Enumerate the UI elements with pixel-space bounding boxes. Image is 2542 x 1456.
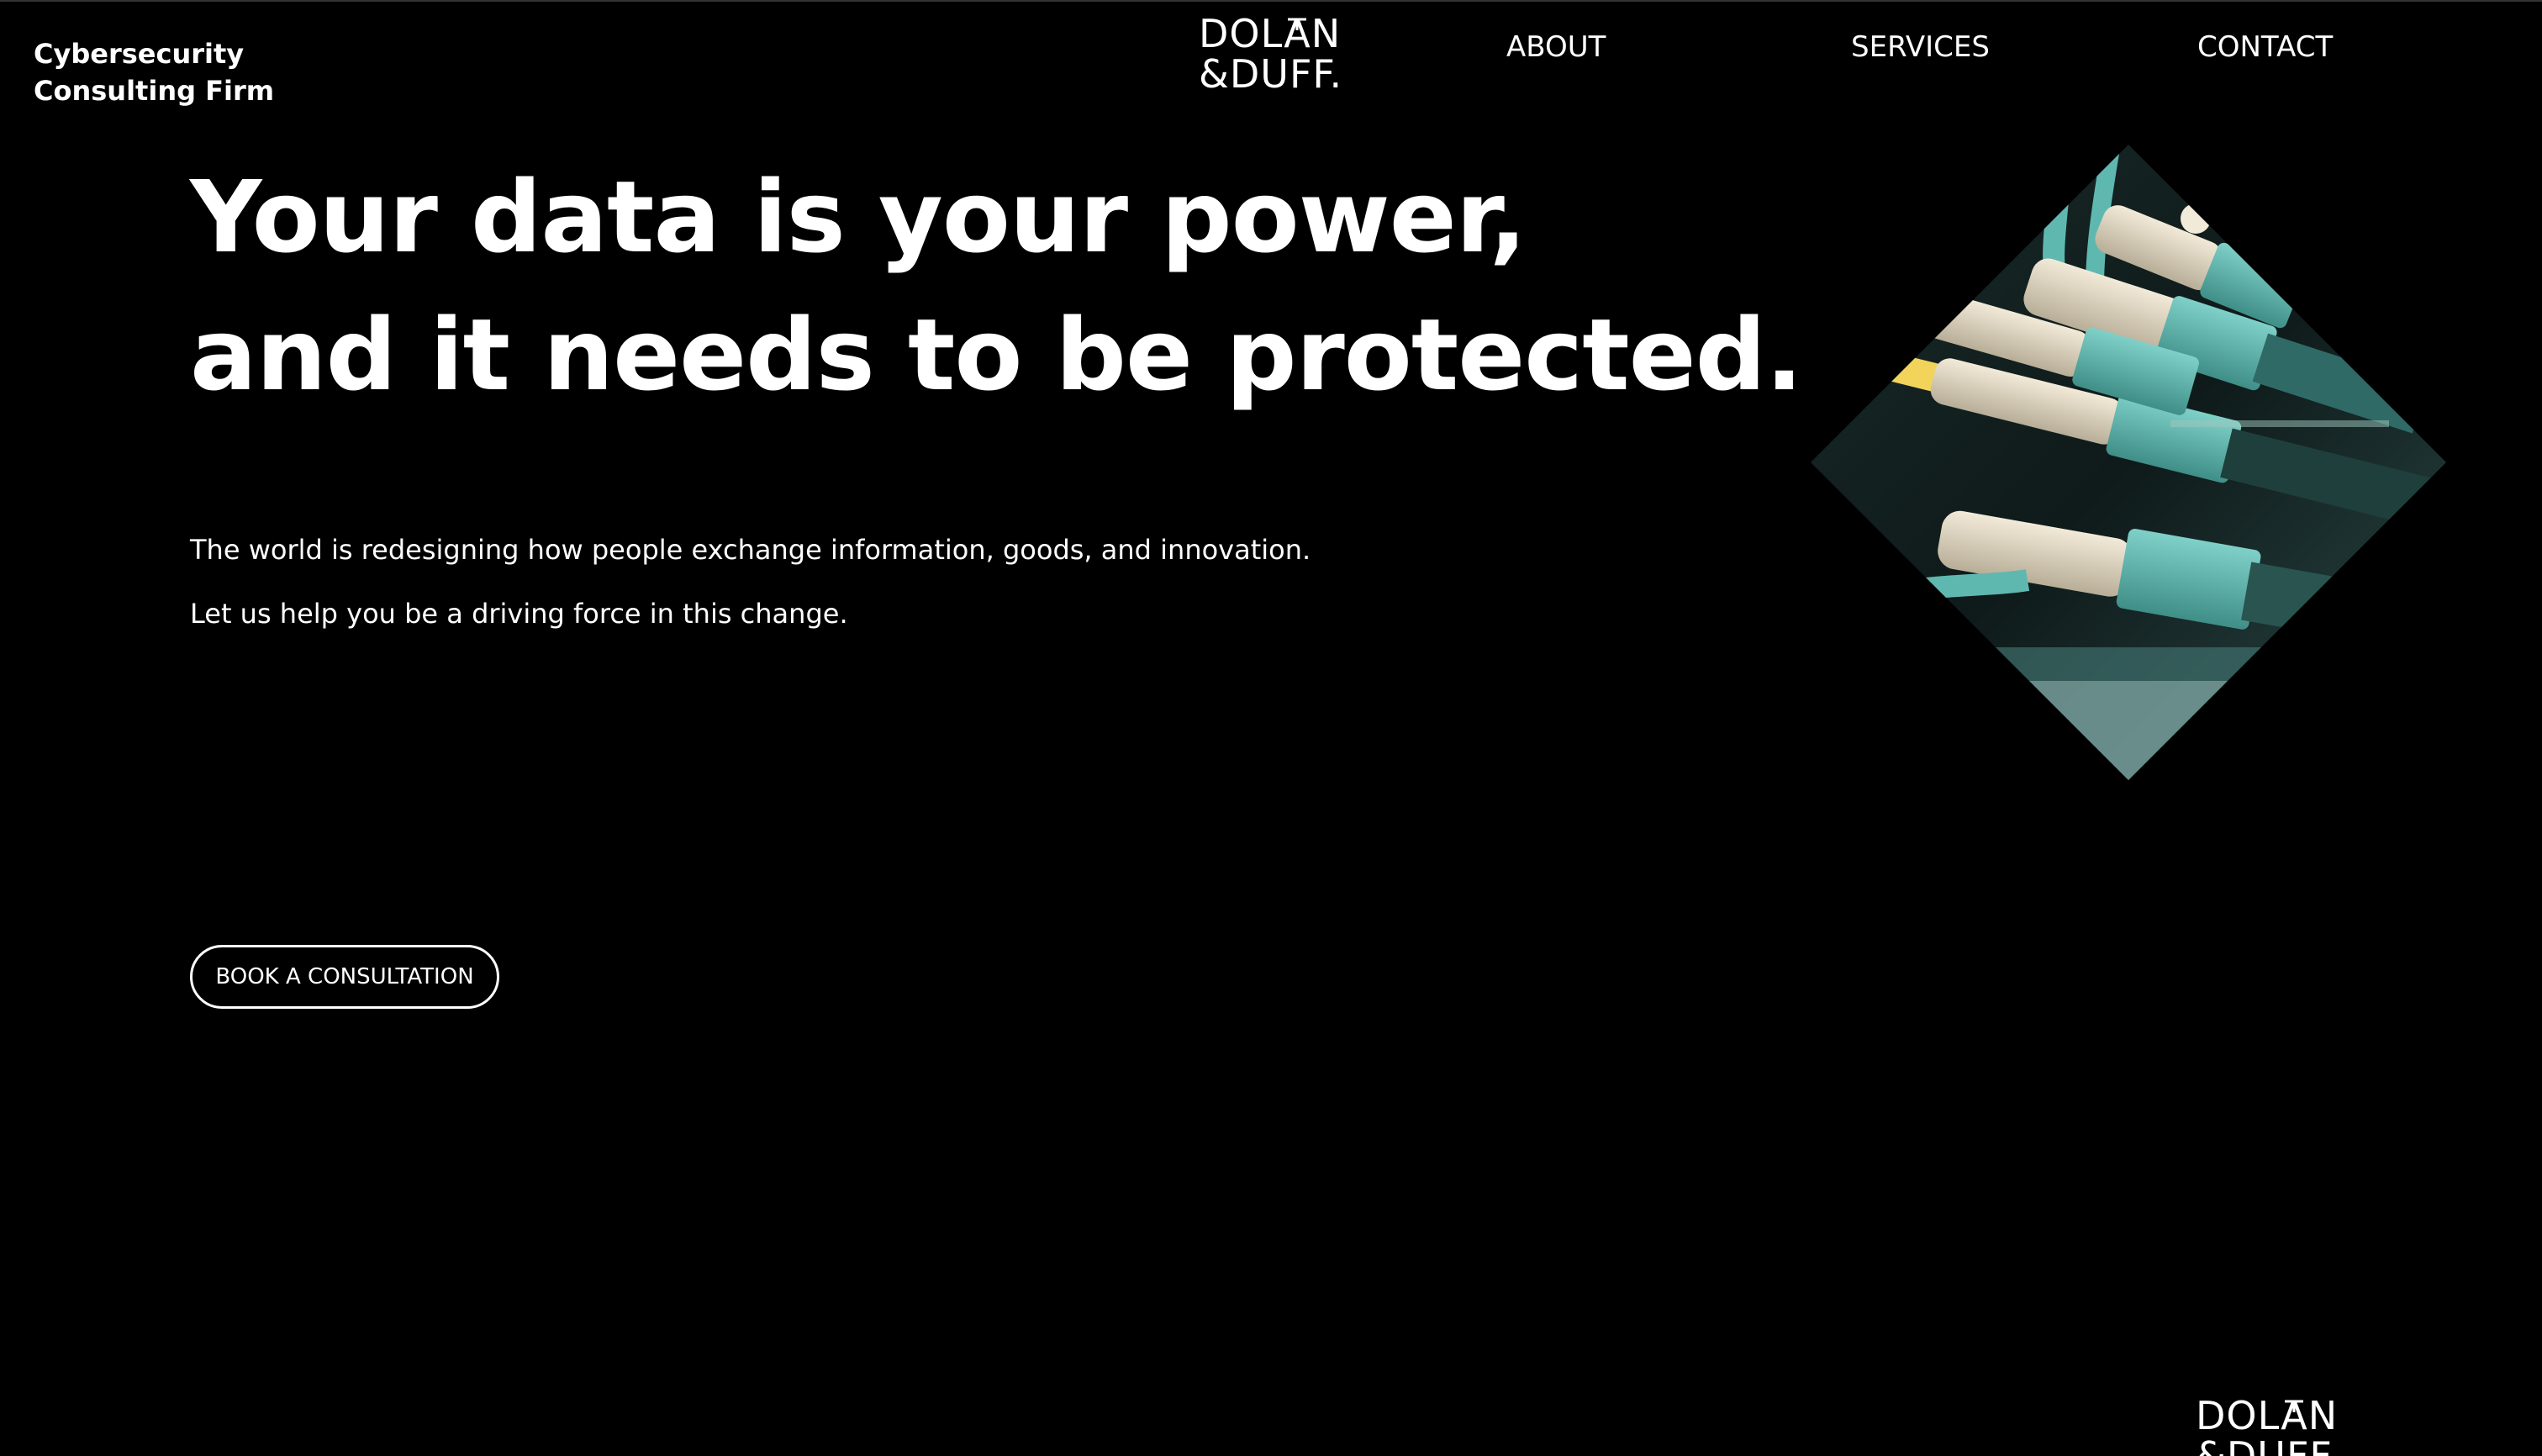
footer-logo[interactable]: DOLAN &DUFF.	[2196, 1395, 2344, 1456]
nav-services[interactable]: SERVICES	[1851, 30, 1990, 64]
top-border	[0, 0, 2542, 2]
tagline: Cybersecurity Consulting Firm	[34, 35, 274, 109]
brand-logo[interactable]: DOLAN &DUFF.	[1199, 13, 1347, 99]
tagline-line-1: Cybersecurity	[34, 38, 245, 70]
nav-contact[interactable]: CONTACT	[2197, 30, 2333, 64]
headline-line-2: and it needs to be protected.	[190, 297, 1803, 413]
nav-about[interactable]: ABOUT	[1506, 30, 1606, 64]
headline-line-1: Your data is your power,	[190, 159, 1527, 275]
hero-paragraph-1: The world is redesigning how people exch…	[190, 534, 1311, 566]
fiber-optic-cables-image	[1811, 145, 2446, 780]
landing-page: Cybersecurity Consulting Firm DOLAN &DUF…	[0, 0, 2542, 1456]
logo-line-1: DOLAN	[1199, 11, 1342, 56]
footer-antenna-icon	[2285, 1400, 2303, 1412]
hero-paragraph-2: Let us help you be a driving force in th…	[190, 598, 848, 630]
hero-headline: Your data is your power, and it needs to…	[190, 148, 1803, 424]
footer-logo-line-2: &DUFF.	[2196, 1433, 2340, 1456]
footer-logo-line-1: DOLAN	[2196, 1393, 2339, 1438]
book-consultation-button[interactable]: BOOK A CONSULTATION	[190, 945, 499, 1009]
logo-line-2: &DUFF.	[1199, 51, 1343, 97]
antenna-icon	[1288, 18, 1306, 30]
tagline-line-2: Consulting Firm	[34, 75, 275, 107]
